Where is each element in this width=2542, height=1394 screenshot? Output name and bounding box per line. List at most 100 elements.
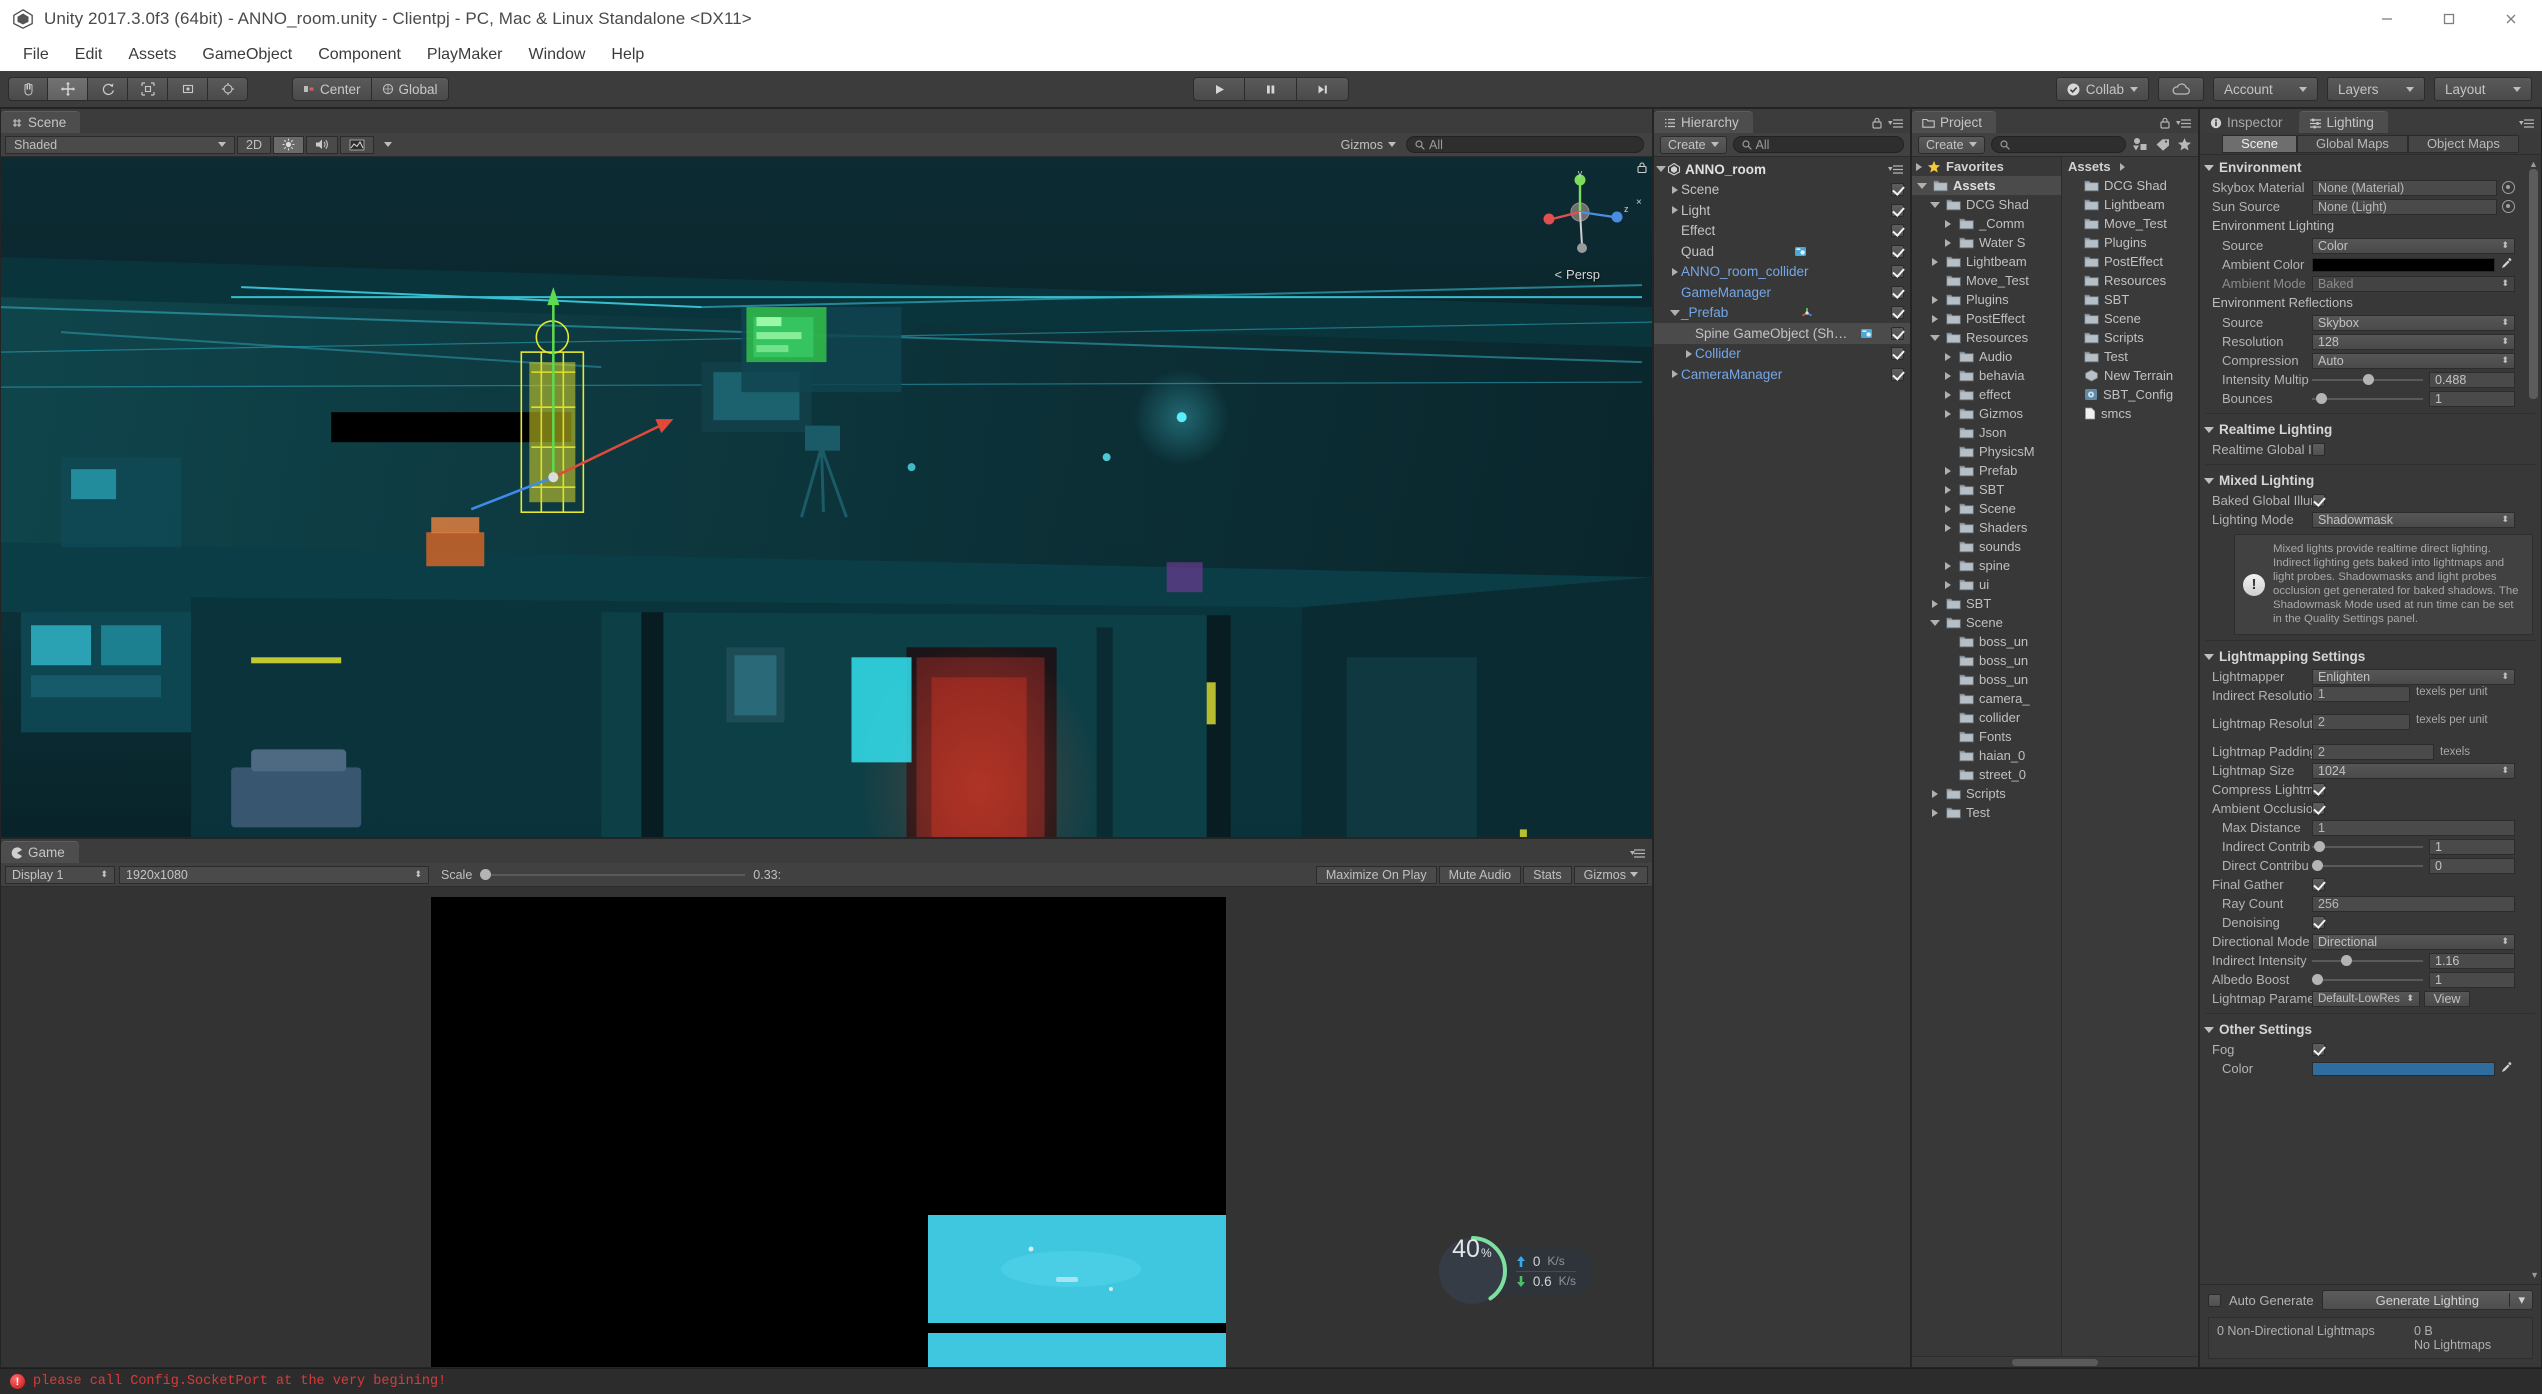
albedo-boost-slider[interactable]: [2312, 973, 2423, 987]
collab-button[interactable]: Collab: [2056, 77, 2149, 101]
indirect-intensity-slider[interactable]: [2312, 954, 2423, 968]
scene-search-input[interactable]: All: [1406, 136, 1644, 153]
lightmap-parameters-view-button[interactable]: View: [2424, 991, 2470, 1007]
tab-project[interactable]: Project: [1912, 111, 1996, 133]
move-tool-button[interactable]: [48, 77, 88, 101]
project-contents-column[interactable]: Assets DCG ShadLightbeamMove_TestPlugins…: [2062, 157, 2198, 1356]
expand-arrow[interactable]: [1942, 581, 1954, 589]
scene-lock-icon[interactable]: [1636, 161, 1648, 179]
row-lightmap-padding[interactable]: Lightmap Padding 2 texels: [2200, 742, 2541, 761]
scale-slider[interactable]: [480, 868, 745, 882]
project-tree-item[interactable]: effect: [1912, 385, 2061, 404]
active-checkbox[interactable]: [1891, 204, 1904, 217]
game-gizmos-dropdown[interactable]: Gizmos: [1574, 866, 1648, 884]
panel-menu-icon[interactable]: [2176, 118, 2192, 129]
row-fog-color[interactable]: Color: [2200, 1059, 2541, 1078]
project-tree-item[interactable]: Scene: [1912, 613, 2061, 632]
sun-source-field[interactable]: None (Light): [2312, 199, 2497, 215]
compress-lightmaps-checkbox[interactable]: [2312, 783, 2325, 796]
expand-arrow[interactable]: [1929, 296, 1941, 304]
maximize-on-play-toggle[interactable]: Maximize On Play: [1316, 866, 1437, 884]
close-button[interactable]: [2480, 0, 2542, 38]
hierarchy-item[interactable]: CameraManager: [1654, 364, 1910, 385]
menu-item-gameobject[interactable]: GameObject: [189, 42, 305, 68]
resolution-dropdown[interactable]: 128⬍: [2312, 334, 2515, 350]
indirect-resolution-field[interactable]: 1: [2312, 686, 2410, 702]
expand-arrow[interactable]: [1929, 315, 1941, 323]
menu-item-window[interactable]: Window: [515, 42, 598, 68]
hierarchy-tree[interactable]: ANNO_room SceneLightEffectQuadANNO_room_…: [1654, 157, 1910, 1367]
resolution-dropdown[interactable]: 1920x1080⬍: [119, 866, 429, 884]
active-checkbox[interactable]: [1891, 327, 1904, 340]
project-content-item[interactable]: Scene: [2062, 309, 2198, 328]
expand-arrow[interactable]: [1942, 239, 1954, 247]
game-viewport[interactable]: 40% 0 K/s 0.6: [1, 887, 1652, 1367]
project-tree-item[interactable]: collider: [1912, 708, 2061, 727]
expand-arrow[interactable]: [1916, 183, 1928, 189]
active-checkbox[interactable]: [1891, 183, 1904, 196]
project-tree-item[interactable]: SBT: [1912, 594, 2061, 613]
project-content-item[interactable]: SBT_Config: [2062, 385, 2198, 404]
lighting-subtab-scene[interactable]: Scene: [2222, 135, 2297, 153]
tab-game[interactable]: Game: [1, 841, 79, 863]
hierarchy-item[interactable]: _Prefab: [1654, 303, 1910, 324]
project-create-button[interactable]: Create: [1918, 136, 1985, 154]
scrollbar-thumb[interactable]: [2529, 169, 2538, 399]
project-tree-item[interactable]: camera_: [1912, 689, 2061, 708]
project-tree-item[interactable]: Prefab: [1912, 461, 2061, 480]
lighting-scrollbar[interactable]: ▲: [2528, 159, 2539, 1280]
expand-arrow[interactable]: [1942, 353, 1954, 361]
object-picker-icon[interactable]: [2502, 181, 2515, 194]
project-tree-item[interactable]: street_0: [1912, 765, 2061, 784]
hierarchy-item[interactable]: Collider: [1654, 344, 1910, 365]
row-directional-mode[interactable]: Directional Mode Directional⬍: [2200, 932, 2541, 951]
active-checkbox[interactable]: [1891, 306, 1904, 319]
project-tree-item[interactable]: sounds: [1912, 537, 2061, 556]
scene-lighting-toggle[interactable]: [273, 136, 304, 154]
refl-source-dropdown[interactable]: Skybox⬍: [2312, 315, 2515, 331]
project-content-item[interactable]: PostEffect: [2062, 252, 2198, 271]
layers-button[interactable]: Layers: [2327, 77, 2425, 101]
project-tree-item[interactable]: Water S: [1912, 233, 2061, 252]
row-indirect-resolution[interactable]: Indirect Resolution 1 texels per unit: [2200, 686, 2541, 714]
hierarchy-item[interactable]: Effect: [1654, 221, 1910, 242]
project-tree-item[interactable]: boss_un: [1912, 651, 2061, 670]
project-tree-column[interactable]: Favorites AssetsDCG Shad_CommWater SLigh…: [1912, 157, 2062, 1356]
project-tree-item[interactable]: Assets: [1912, 176, 2061, 195]
section-realtime-lighting[interactable]: Realtime Lighting: [2200, 419, 2541, 440]
project-tree-item[interactable]: DCG Shad: [1912, 195, 2061, 214]
lighting-settings-body[interactable]: Environment Skybox Material None (Materi…: [2200, 155, 2541, 1284]
expand-arrow[interactable]: [1929, 202, 1941, 208]
project-tree-item[interactable]: Scripts: [1912, 784, 2061, 803]
bounces-slider[interactable]: [2312, 392, 2423, 406]
lightmap-parameters-dropdown[interactable]: Default-LowRes⬍: [2312, 991, 2420, 1007]
favorites-star-icon[interactable]: [2177, 137, 2192, 152]
row-compression[interactable]: Compression Auto⬍: [2200, 351, 2541, 370]
project-favorites-row[interactable]: Favorites: [1912, 157, 2061, 176]
project-tree-item[interactable]: haian_0: [1912, 746, 2061, 765]
hierarchy-item[interactable]: Light: [1654, 200, 1910, 221]
max-distance-field[interactable]: 1: [2312, 820, 2515, 836]
lightmap-resolution-field[interactable]: 2: [2312, 714, 2410, 730]
row-sun-source[interactable]: Sun Source None (Light): [2200, 197, 2541, 216]
hierarchy-item[interactable]: Quad: [1654, 241, 1910, 262]
maximize-button[interactable]: [2418, 0, 2480, 38]
expand-arrow[interactable]: [1942, 372, 1954, 380]
ambient-color-swatch[interactable]: [2312, 258, 2495, 272]
section-environment[interactable]: Environment: [2200, 157, 2541, 178]
ambient-occlusion-checkbox[interactable]: [2312, 802, 2325, 815]
eyedropper-icon[interactable]: [2500, 257, 2515, 273]
hierarchy-create-button[interactable]: Create: [1660, 136, 1727, 154]
account-button[interactable]: Account: [2213, 77, 2318, 101]
expand-arrow[interactable]: [1668, 268, 1681, 276]
hierarchy-item[interactable]: GameManager: [1654, 282, 1910, 303]
scene-gizmos-dropdown[interactable]: Gizmos: [1333, 136, 1404, 154]
project-content-item[interactable]: Plugins: [2062, 233, 2198, 252]
project-content-item[interactable]: SBT: [2062, 290, 2198, 309]
active-checkbox[interactable]: [1891, 224, 1904, 237]
row-denoising[interactable]: Denoising: [2200, 913, 2541, 932]
scale-slider-group[interactable]: Scale 0.33:: [433, 868, 781, 882]
project-tree-item[interactable]: behavia: [1912, 366, 2061, 385]
project-tree-item[interactable]: spine: [1912, 556, 2061, 575]
expand-arrow[interactable]: [1929, 790, 1941, 798]
